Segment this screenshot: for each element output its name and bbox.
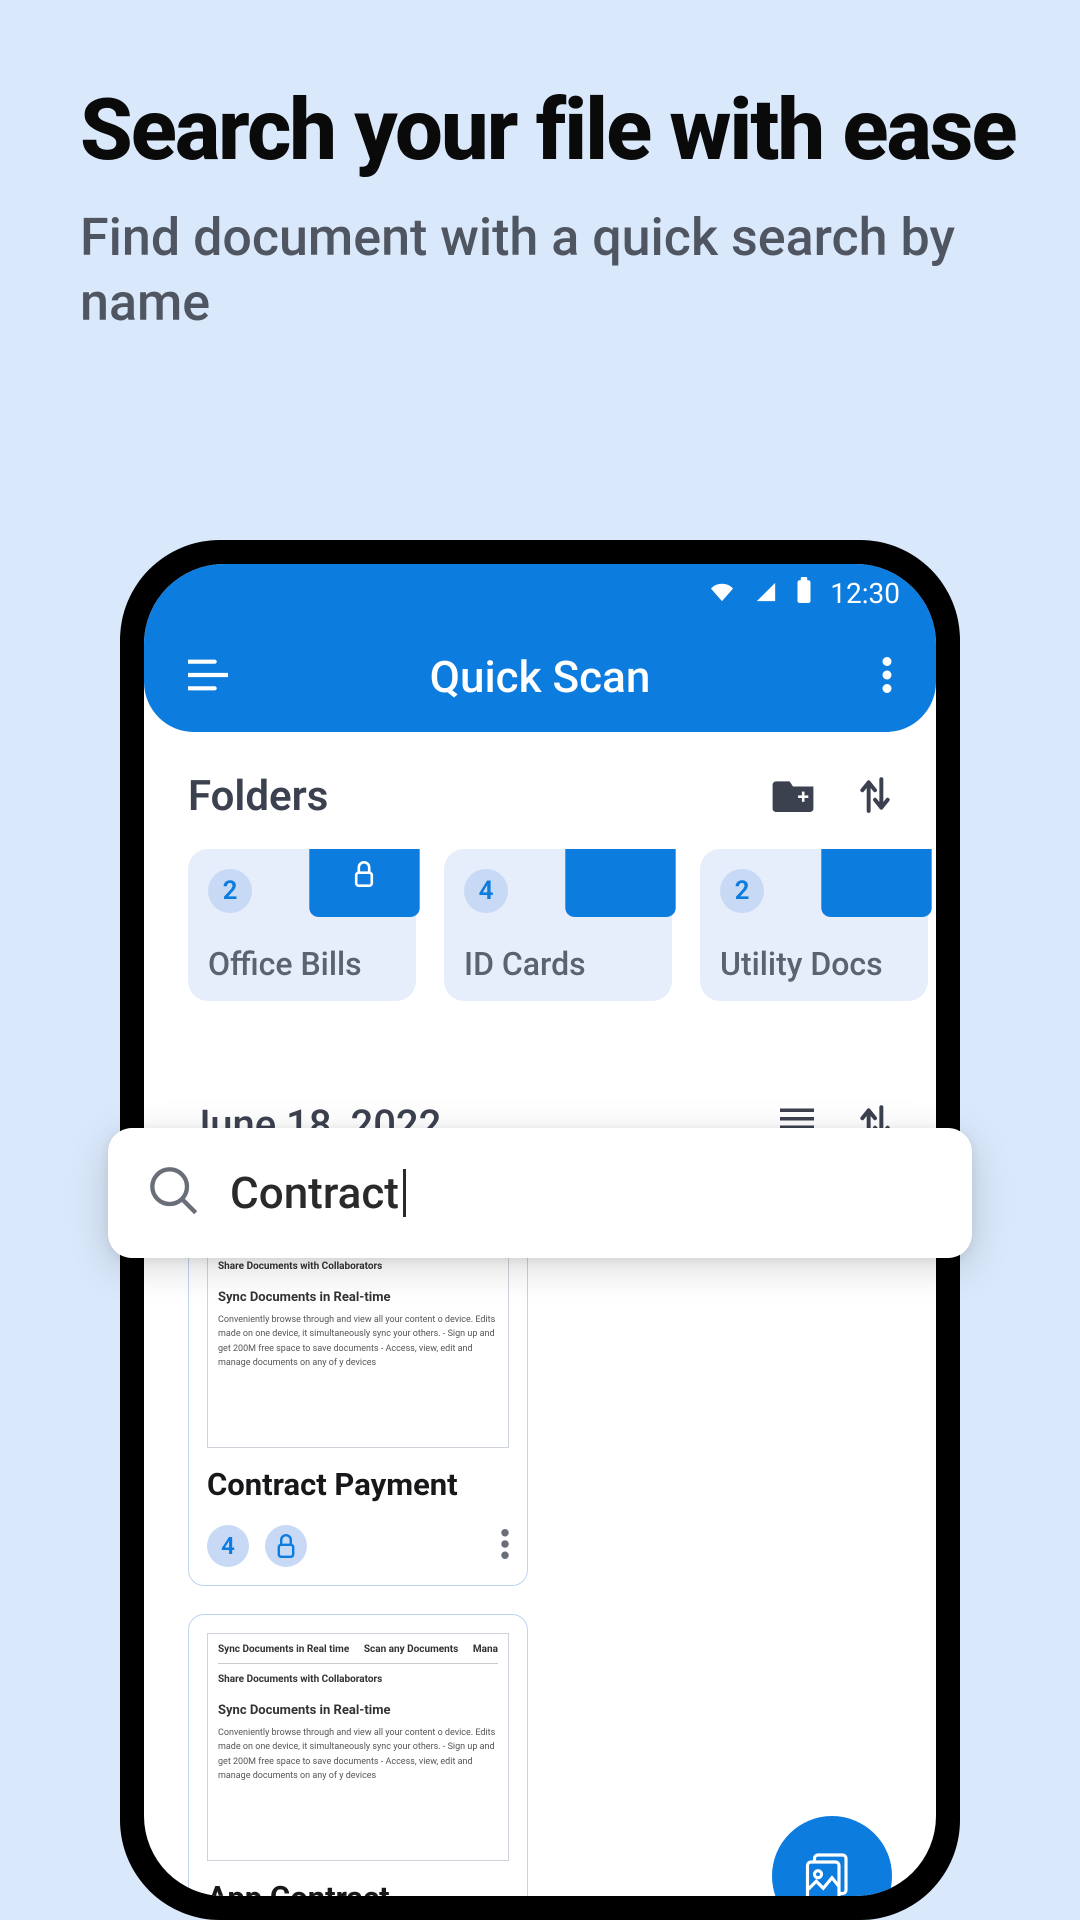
doc-more-icon[interactable] xyxy=(501,1529,509,1563)
search-input[interactable]: Contract xyxy=(230,1167,406,1219)
folder-count: 4 xyxy=(464,869,508,913)
folder-name: Utility Docs xyxy=(720,945,883,983)
doc-name: App Contract xyxy=(207,1879,509,1896)
status-bar: 12:30 xyxy=(144,564,936,622)
folder-card[interactable]: 2 Office Bills xyxy=(188,849,416,1001)
lock-icon xyxy=(265,1525,307,1567)
doc-name: Contract Payment xyxy=(207,1466,509,1503)
folder-name: Office Bills xyxy=(208,945,362,983)
sort-icon[interactable] xyxy=(858,776,892,818)
more-icon[interactable] xyxy=(882,657,892,697)
folder-count: 2 xyxy=(720,869,764,913)
app-bar: Quick Scan xyxy=(144,622,936,732)
folders-header: Folders xyxy=(144,732,936,849)
signal-icon xyxy=(754,577,778,610)
folder-card[interactable]: 4 ID Cards xyxy=(444,849,672,1001)
doc-thumbnail: Sync Documents in Real timeScan any Docu… xyxy=(207,1633,509,1861)
status-time: 12:30 xyxy=(830,577,900,610)
folder-icon xyxy=(819,849,934,921)
doc-page-count: 4 xyxy=(207,1525,249,1567)
doc-card[interactable]: Sync Documents in Real timeScan any Docu… xyxy=(188,1201,528,1586)
battery-icon xyxy=(796,577,812,610)
wifi-icon xyxy=(708,577,736,610)
folders-label: Folders xyxy=(188,772,328,821)
promo-title: Search your file with ease xyxy=(80,80,1016,180)
docs-grid: Sync Documents in Real timeScan any Docu… xyxy=(144,1177,936,1896)
search-bar[interactable]: Contract xyxy=(108,1128,972,1258)
app-title: Quick Scan xyxy=(430,651,651,703)
text-cursor xyxy=(403,1169,406,1217)
search-icon xyxy=(148,1165,200,1221)
hamburger-menu-icon[interactable] xyxy=(188,659,228,695)
promo-subtitle: Find document with a quick search by nam… xyxy=(80,205,1000,335)
folder-count: 2 xyxy=(208,869,252,913)
folder-name: ID Cards xyxy=(464,945,586,983)
folder-icon xyxy=(307,849,422,921)
folders-row: 2 Office Bills 4 ID Cards 2 Utility Docs xyxy=(144,849,936,1001)
folder-card[interactable]: 2 Utility Docs xyxy=(700,849,928,1001)
doc-card[interactable]: Sync Documents in Real timeScan any Docu… xyxy=(188,1614,528,1896)
new-folder-icon[interactable] xyxy=(772,778,814,816)
folder-icon xyxy=(563,849,678,921)
